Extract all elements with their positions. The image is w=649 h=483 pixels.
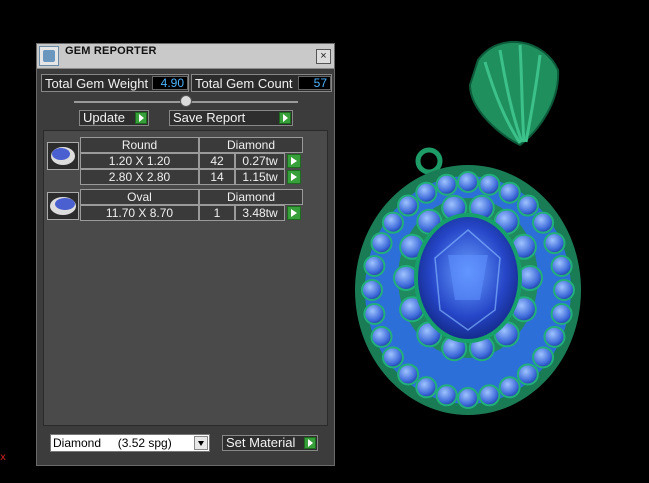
panel-title: GEM REPORTER (65, 45, 157, 57)
halo-stone (532, 211, 555, 234)
halo-stone (370, 325, 393, 348)
bail-shell (468, 41, 560, 147)
bail-loop (415, 147, 443, 175)
save-report-button[interactable]: Save Report (169, 110, 293, 126)
halo-stone (415, 376, 438, 399)
gem-count: 42 (199, 153, 235, 169)
set-material-label: Set Material (226, 435, 296, 450)
gem-size: 2.80 X 2.80 (80, 169, 199, 185)
total-count-label: Total Gem Count (195, 76, 293, 91)
halo-stone (498, 376, 521, 399)
material-select[interactable]: Diamond (3.52 spg) (50, 434, 210, 452)
total-count-value: 57 (298, 76, 331, 90)
halo-stone (516, 363, 539, 386)
round-gem-icon (47, 142, 79, 170)
chevron-down-icon[interactable] (194, 436, 208, 450)
halo-stone (478, 173, 501, 196)
close-button[interactable]: × (316, 49, 331, 64)
halo-stone (397, 194, 420, 217)
halo-stone (457, 171, 479, 193)
gem-material: Diamond (199, 137, 303, 153)
oval-gem-icon (47, 192, 79, 220)
halo-stone (553, 279, 575, 301)
halo-stone (363, 303, 386, 326)
halo-stone (397, 363, 420, 386)
set-material-button[interactable]: Set Material (222, 435, 318, 451)
gem-weight: 0.27tw (235, 153, 285, 169)
gem-shape: Oval (80, 189, 199, 205)
halo-stone (478, 384, 501, 407)
halo-stone (516, 194, 539, 217)
halo-stone (532, 346, 555, 369)
total-weight-field: Total Gem Weight 4.90 (41, 74, 189, 92)
gem-weight: 1.15tw (235, 169, 285, 185)
gem-count: 1 (199, 205, 235, 221)
app-icon (39, 46, 59, 66)
halo-stone (498, 181, 521, 204)
total-weight-value: 4.90 (152, 76, 188, 90)
update-button[interactable]: Update (79, 110, 149, 126)
gem-list: Round Diamond 1.20 X 1.20 42 0.27tw 2.80… (43, 130, 328, 426)
halo-stone (550, 254, 573, 277)
halo-stone (543, 325, 566, 348)
gem-weight: 3.48tw (235, 205, 285, 221)
gem-count: 14 (199, 169, 235, 185)
play-icon (279, 112, 291, 124)
update-label: Update (83, 110, 125, 125)
halo-stone (457, 387, 479, 409)
total-count-field: Total Gem Count 57 (191, 74, 332, 92)
select-gem-button[interactable] (287, 154, 301, 168)
gem-reporter-panel: GEM REPORTER × Total Gem Weight 4.90 Tot… (36, 43, 335, 466)
gem-shape: Round (80, 137, 199, 153)
halo-stone (435, 384, 458, 407)
gem-material: Diamond (199, 189, 303, 205)
halo-stone (381, 346, 404, 369)
slider-handle[interactable] (180, 95, 192, 107)
title-bar[interactable]: GEM REPORTER × (37, 44, 334, 69)
save-report-label: Save Report (173, 110, 246, 125)
halo-stone (381, 211, 404, 234)
axis-indicator: x (0, 452, 6, 463)
play-icon (135, 112, 147, 124)
select-gem-button[interactable] (287, 170, 301, 184)
select-gem-button[interactable] (287, 206, 301, 220)
gem-size: 1.20 X 1.20 (80, 153, 199, 169)
gem-size: 11.70 X 8.70 (80, 205, 199, 221)
halo-stone (415, 181, 438, 204)
halo-stone (543, 232, 566, 255)
material-select-value: Diamond (3.52 spg) (53, 436, 172, 450)
total-weight-label: Total Gem Weight (45, 76, 149, 91)
halo-stone (361, 279, 383, 301)
halo-stone (363, 254, 386, 277)
halo-stone (435, 173, 458, 196)
play-icon (304, 437, 316, 449)
halo-stone (550, 303, 573, 326)
halo-stone (370, 232, 393, 255)
